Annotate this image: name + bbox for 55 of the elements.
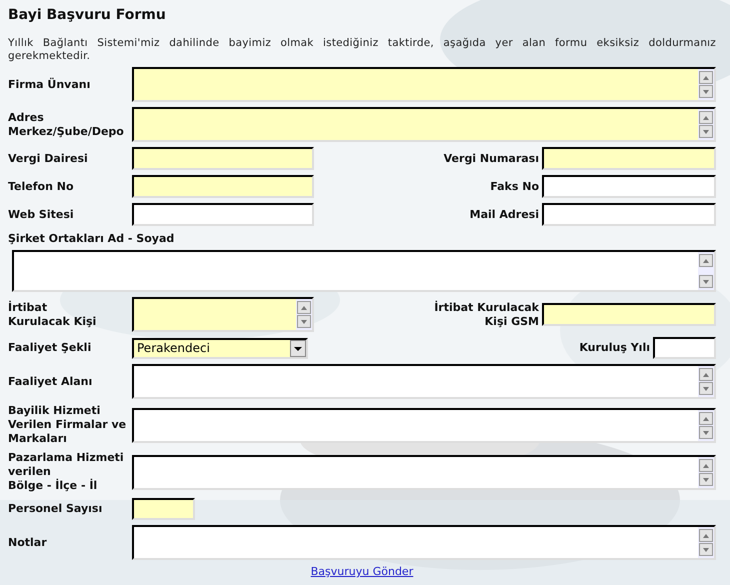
field-label: Mail Adresi [470, 208, 539, 222]
scroll-up-button[interactable] [699, 71, 713, 84]
dropdown[interactable]: Perakendeci [132, 338, 308, 358]
scroll-up-button[interactable] [699, 458, 713, 472]
text-area[interactable] [132, 408, 716, 442]
text-field[interactable] [542, 175, 716, 198]
form-title: Bayi Başvuru Formu [8, 7, 166, 23]
field-label: İrtibat Kurulacak Kişi GSM [434, 300, 539, 328]
scroll-down-button[interactable] [699, 125, 713, 138]
text-area[interactable] [132, 364, 716, 399]
scroll-down-button[interactable] [699, 275, 713, 288]
field-label: Şirket Ortakları Ad - Soyad [8, 232, 176, 246]
text-area[interactable] [132, 107, 716, 142]
field-label: İrtibat Kurulacak Kişi [8, 300, 96, 328]
field-label: Kuruluş Yılı [579, 341, 650, 355]
text-field[interactable] [132, 498, 195, 520]
text-field[interactable] [542, 303, 716, 326]
scroll-up-button[interactable] [699, 254, 713, 267]
field-label: Firma Ünvanı [8, 78, 90, 92]
field-label: Vergi Dairesi [8, 152, 88, 166]
scroll-down-button[interactable] [699, 472, 713, 486]
text-area[interactable] [132, 67, 716, 102]
field-label: Vergi Numarası [444, 152, 539, 166]
text-field[interactable] [653, 337, 716, 359]
intro-text: Yıllık Bağlantı Sistemi'miz dahilinde bayimiz olmak istediğiniz taktirde, aşağıda yer alan formu eksiksiz doldurmanız gerekmektedir. [8, 37, 716, 63]
scroll-up-button[interactable] [699, 529, 713, 542]
field-label: Faaliyet Şekli [8, 341, 92, 355]
text-area[interactable] [132, 525, 716, 560]
scroll-up-button[interactable] [297, 301, 311, 314]
text-area[interactable] [12, 250, 716, 292]
scroll-up-button[interactable] [699, 368, 713, 381]
text-field[interactable] [542, 203, 716, 226]
field-label: Personel Sayısı [8, 502, 102, 516]
scroll-down-button[interactable] [699, 85, 713, 98]
scroll-up-button[interactable] [699, 412, 713, 424]
text-area[interactable] [132, 454, 716, 490]
text-area[interactable] [132, 297, 314, 332]
text-field[interactable] [132, 147, 314, 170]
scroll-down-button[interactable] [699, 543, 713, 556]
text-field[interactable] [542, 147, 716, 170]
field-label: Adres Merkez/Şube/Depo [8, 110, 124, 138]
field-label: Web Sitesi [8, 208, 74, 222]
field-label: Faks No [490, 180, 539, 194]
field-label: Telefon No [8, 180, 74, 194]
field-label: Pazarlama Hizmeti verilen Bölge - İlçe - İl [8, 451, 124, 493]
field-label: Bayilik Hizmeti Verilen Firmalar ve Markaları [8, 404, 126, 446]
scroll-down-button[interactable] [297, 315, 311, 328]
text-field[interactable] [132, 203, 314, 226]
submit-link[interactable]: Başvuruyu Gönder [310, 565, 414, 578]
text-field[interactable] [132, 175, 314, 198]
scroll-up-button[interactable] [699, 111, 713, 124]
scroll-down-button[interactable] [699, 382, 713, 395]
field-label: Notlar [8, 536, 47, 550]
field-label: Faaliyet Alanı [8, 374, 92, 388]
scroll-down-button[interactable] [699, 426, 713, 438]
